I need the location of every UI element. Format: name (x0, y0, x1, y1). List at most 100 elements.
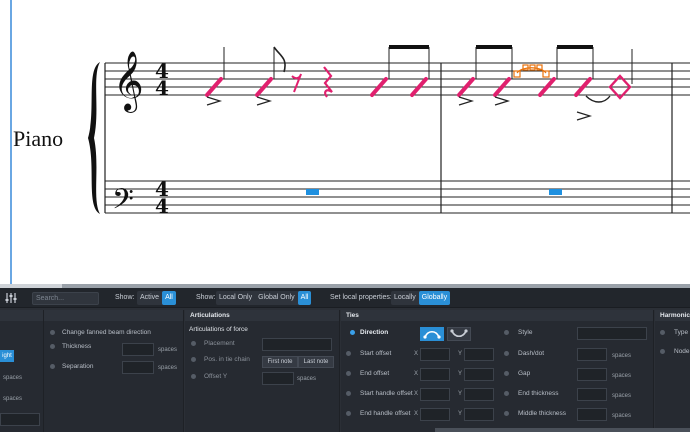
set-properties-toggle[interactable]: Locally Globally (391, 291, 451, 305)
bass-rest-measure-1[interactable] (306, 189, 319, 195)
bass-rest-measure-2[interactable] (549, 189, 562, 195)
panel-bottom-scrollbar[interactable] (435, 428, 690, 432)
bass-clef: 𝄢 (112, 183, 134, 223)
beam-measure-2a (476, 45, 512, 49)
treble-staff (105, 62, 690, 96)
start-handle-y: Y (458, 391, 463, 397)
group-articulations: Articulations Articulations of force Pla… (185, 310, 340, 432)
style-toggle[interactable] (504, 330, 509, 335)
globally-option[interactable]: Globally (418, 291, 451, 305)
start-handle-offset-toggle[interactable] (346, 391, 351, 396)
end-handle-x-field[interactable] (420, 408, 450, 421)
placement-field[interactable] (262, 338, 332, 351)
show2-all-option[interactable]: All (297, 291, 312, 305)
start-handle-offset-label: Start handle offset (360, 390, 413, 397)
start-handle-y-field[interactable] (464, 388, 494, 401)
group-left-partial: ight spaces spaces (0, 310, 44, 432)
show-active-option[interactable]: Active (137, 291, 162, 305)
locally-option[interactable]: Locally (391, 291, 419, 305)
show-filter-1[interactable]: Active All (137, 291, 176, 305)
end-offset-y-field[interactable] (464, 368, 494, 381)
end-offset-toggle[interactable] (346, 371, 351, 376)
group-beams: Change fanned beam direction Thickness s… (44, 310, 184, 432)
harmonic-node-toggle[interactable] (660, 349, 665, 354)
dash-dot-field[interactable] (577, 348, 607, 361)
svg-text:4: 4 (155, 76, 169, 100)
eighth-rest[interactable] (291, 73, 302, 93)
start-offset-toggle[interactable] (346, 351, 351, 356)
start-offset-y: Y (458, 351, 463, 357)
separation-label: Separation (62, 363, 94, 370)
start-handle-x: X (414, 391, 419, 397)
dash-dot-toggle[interactable] (504, 351, 509, 356)
local-only-option[interactable]: Local Only (216, 291, 255, 305)
gap-field[interactable] (577, 368, 607, 381)
tie-up-button[interactable] (420, 327, 444, 341)
end-thickness-label: End thickness (518, 390, 559, 397)
tie-down-button[interactable] (447, 327, 471, 341)
end-handle-y-field[interactable] (464, 408, 494, 421)
thickness-toggle[interactable] (50, 344, 55, 349)
ties-header: Ties (341, 310, 653, 321)
end-offset-x: X (414, 371, 419, 377)
offset-y-toggle[interactable] (191, 374, 196, 379)
middle-thickness-toggle[interactable] (504, 411, 509, 416)
end-handle-y: Y (458, 411, 463, 417)
last-note-button[interactable]: Last note (298, 356, 334, 368)
left-field[interactable] (0, 413, 40, 426)
properties-toolbar: Search... Show: Active All Show: Local O… (0, 288, 690, 308)
style-field[interactable] (577, 327, 647, 340)
eighth-flag (273, 46, 286, 73)
end-handle-offset-label: End handle offset (360, 410, 411, 417)
dash-dot-label: Dash/dot (518, 350, 545, 357)
accents-measure-1 (206, 96, 273, 106)
direction-right-button[interactable]: ight (0, 350, 14, 362)
sliders-icon[interactable] (5, 292, 17, 304)
show-label-2: Show: (196, 294, 216, 301)
separation-unit: spaces (158, 365, 178, 371)
style-label: Style (518, 329, 533, 336)
end-handle-offset-toggle[interactable] (346, 411, 351, 416)
middle-thickness-field[interactable] (577, 408, 607, 421)
svg-text:4: 4 (155, 194, 169, 218)
start-handle-x-field[interactable] (420, 388, 450, 401)
direction-label: Direction (360, 329, 389, 336)
end-handle-x: X (414, 411, 419, 417)
harmonic-type-toggle[interactable] (660, 330, 665, 335)
tie-up-icon (423, 330, 441, 339)
gap-toggle[interactable] (504, 371, 509, 376)
dash-dot-unit: spaces (612, 353, 632, 359)
direction-toggle[interactable] (350, 330, 355, 335)
articulations-header: Articulations (185, 310, 339, 321)
thickness-unit: spaces (158, 347, 178, 353)
placement-toggle[interactable] (191, 341, 196, 346)
thickness-field[interactable] (122, 343, 154, 356)
start-offset-y-field[interactable] (464, 348, 494, 361)
first-note-button[interactable]: First note (262, 356, 298, 368)
score-canvas[interactable]: 𝄞 𝄢 44 44 (0, 0, 690, 284)
end-offset-label: End offset (360, 370, 390, 377)
left-unit-1: spaces (3, 375, 23, 381)
start-offset-x-field[interactable] (420, 348, 450, 361)
set-local-props-label: Set local properties: (330, 294, 392, 301)
gap-unit: spaces (612, 373, 632, 379)
harmonic-type-label: Type (674, 329, 689, 336)
show-filter-2[interactable]: Local Only Global Only All (216, 291, 312, 305)
fanned-toggle[interactable] (50, 330, 55, 335)
separation-field[interactable] (122, 361, 154, 374)
search-input[interactable]: Search... (32, 292, 99, 305)
end-thickness-unit: spaces (612, 393, 632, 399)
global-only-option[interactable]: Global Only (255, 291, 298, 305)
accents-measure-2 (458, 96, 593, 121)
end-thickness-field[interactable] (577, 388, 607, 401)
pos-tie-chain-toggle[interactable] (191, 357, 196, 362)
placement-label: Placement (204, 340, 235, 347)
end-offset-x-field[interactable] (420, 368, 450, 381)
tie-to-diamond[interactable] (585, 95, 611, 103)
separation-toggle[interactable] (50, 364, 55, 369)
show-all-option[interactable]: All (162, 291, 176, 305)
end-thickness-toggle[interactable] (504, 391, 509, 396)
offset-y-field[interactable] (262, 372, 294, 385)
score-view[interactable]: Piano 𝄞 𝄢 44 4 4 (0, 0, 690, 284)
beam-measure-2b (557, 45, 593, 49)
